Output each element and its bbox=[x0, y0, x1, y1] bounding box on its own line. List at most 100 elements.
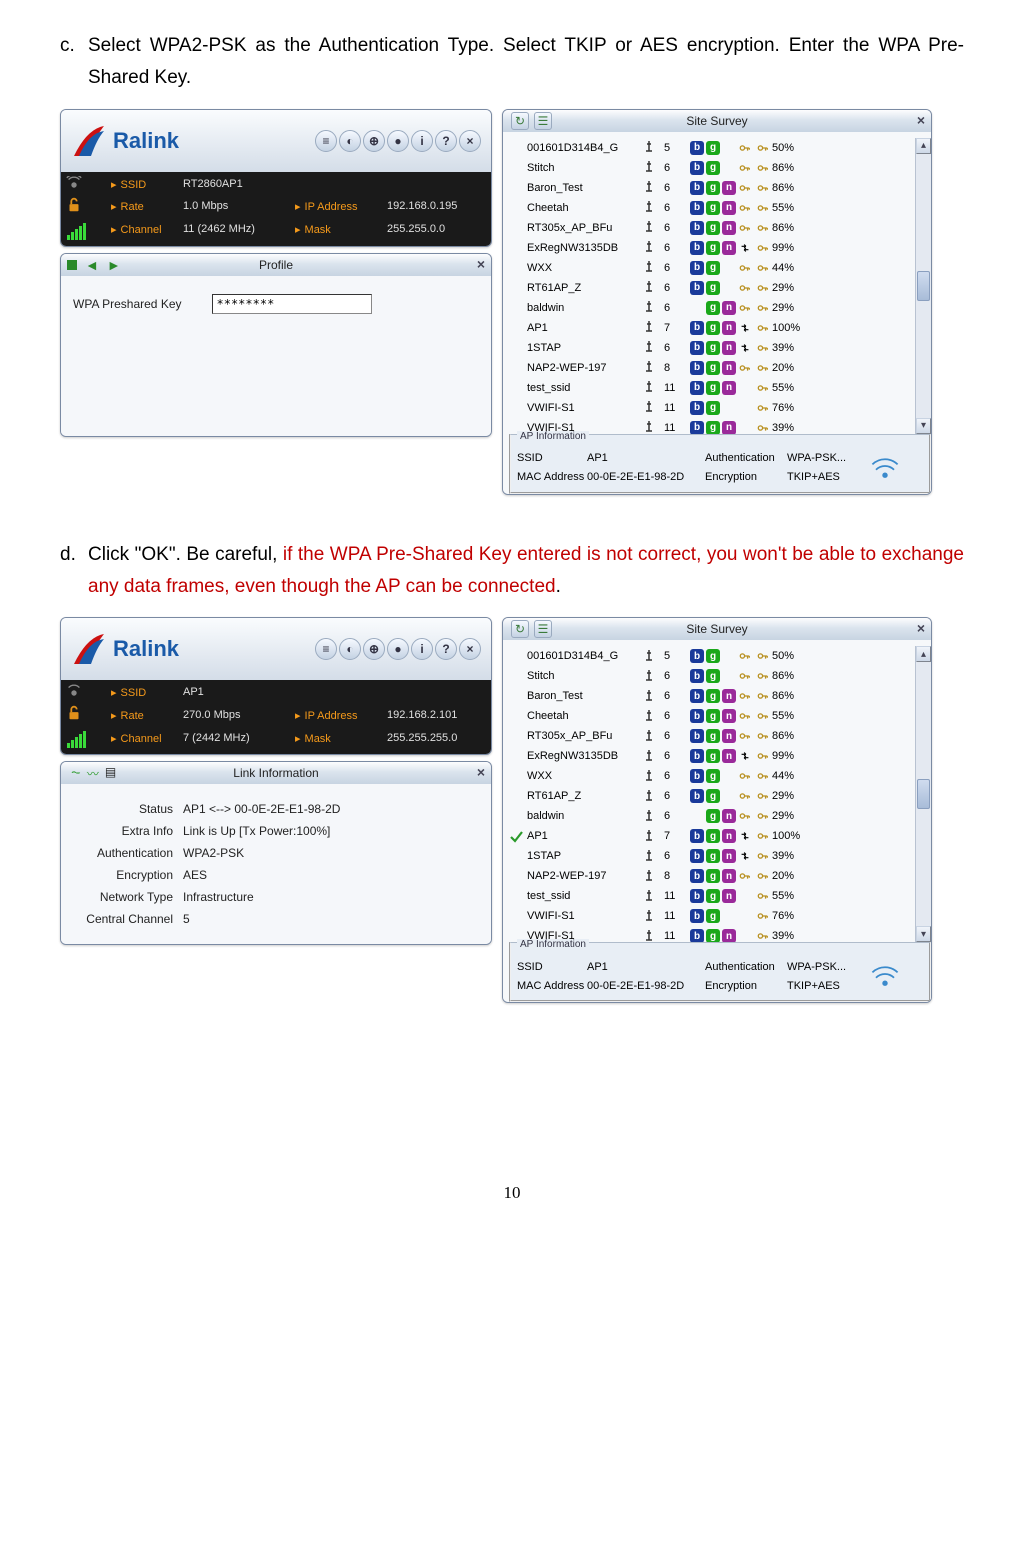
badge-g-icon: g bbox=[706, 829, 720, 843]
ap-channel: 6 bbox=[664, 162, 690, 174]
scroll-up-icon[interactable]: ▴ bbox=[916, 646, 931, 662]
badge-g-icon: g bbox=[706, 869, 720, 883]
antenna-icon bbox=[642, 648, 664, 665]
signal-bars-icon bbox=[67, 731, 86, 748]
key-small-icon bbox=[756, 261, 770, 275]
key-small-icon bbox=[756, 869, 770, 883]
scroll-thumb[interactable] bbox=[917, 271, 930, 301]
instruction-text: Select WPA2-PSK as the Authentication Ty… bbox=[88, 30, 964, 95]
survey-row[interactable]: WXX6bg44% bbox=[509, 766, 931, 786]
next-arrow-icon[interactable]: ► bbox=[107, 257, 121, 273]
badge-n-icon: n bbox=[722, 929, 736, 942]
ap-channel: 6 bbox=[664, 810, 690, 822]
badge-b-icon: b bbox=[690, 241, 704, 255]
survey-row[interactable]: RT61AP_Z6bg29% bbox=[509, 786, 931, 806]
scroll-thumb[interactable] bbox=[917, 779, 930, 809]
antenna-icon bbox=[642, 728, 664, 745]
badge-n-icon: n bbox=[722, 201, 736, 215]
survey-row[interactable]: test_ssid11bgn55% bbox=[509, 886, 931, 906]
survey-list-2[interactable]: 001601D314B4_G5bg50%Stitch6bg86%Baron_Te… bbox=[509, 646, 931, 942]
refresh-icon[interactable]: ↻ bbox=[511, 112, 529, 130]
ralink-toolbar: ≡ ◐ ⊕ ● i ? × bbox=[315, 638, 481, 660]
survey-row[interactable]: ExRegNW3135DB6bgn99% bbox=[509, 746, 931, 766]
key-small-icon bbox=[756, 181, 770, 195]
survey-row[interactable]: VWIFI-S111bg76% bbox=[509, 398, 931, 418]
channel-value: 11 (2462 MHz) bbox=[183, 223, 283, 240]
survey-row[interactable]: 1STAP6bgn39% bbox=[509, 846, 931, 866]
scroll-down-icon[interactable]: ▾ bbox=[916, 418, 931, 434]
close-icon[interactable]: × bbox=[477, 764, 485, 780]
ap-channel: 8 bbox=[664, 362, 690, 374]
survey-row[interactable]: baldwin6gn29% bbox=[509, 298, 931, 318]
ralink-header: Ralink ≡ ◐ ⊕ ● i ? × bbox=[61, 618, 491, 680]
list-icon[interactable]: ☰ bbox=[534, 620, 552, 638]
survey-row[interactable]: NAP2-WEP-1978bgn20% bbox=[509, 358, 931, 378]
toolbar-btn-help[interactable]: ? bbox=[435, 130, 457, 152]
survey-row[interactable]: AP17bgn100% bbox=[509, 318, 931, 338]
survey-row[interactable]: RT61AP_Z6bg29% bbox=[509, 278, 931, 298]
scroll-up-icon[interactable]: ▴ bbox=[916, 138, 931, 154]
signal-wave-icon[interactable]: ⏦ bbox=[71, 765, 81, 782]
prev-arrow-icon[interactable]: ◄ bbox=[85, 257, 99, 273]
ip-value: 192.168.0.195 bbox=[387, 200, 487, 217]
psk-input[interactable] bbox=[212, 294, 372, 314]
list-icon[interactable]: ☰ bbox=[534, 112, 552, 130]
survey-row[interactable]: ExRegNW3135DB6bgn99% bbox=[509, 238, 931, 258]
status-bar: SSID AP1 Rate 270.0 Mbps IP Address 192.… bbox=[61, 680, 491, 754]
close-icon[interactable]: × bbox=[917, 620, 925, 636]
survey-row[interactable]: 001601D314B4_G5bg50% bbox=[509, 138, 931, 158]
survey-row[interactable]: test_ssid11bgn55% bbox=[509, 378, 931, 398]
survey-list-1[interactable]: 001601D314B4_G5bg50%Stitch6bg86%Baron_Te… bbox=[509, 138, 931, 434]
scrollbar[interactable]: ▴ ▾ bbox=[915, 646, 931, 942]
close-icon[interactable]: × bbox=[917, 112, 925, 128]
badge-b-icon: b bbox=[690, 749, 704, 763]
survey-row[interactable]: Stitch6bg86% bbox=[509, 666, 931, 686]
key-small-icon bbox=[756, 161, 770, 175]
ap-name: 001601D314B4_G bbox=[527, 142, 642, 154]
survey-row[interactable]: Cheetah6bgn55% bbox=[509, 198, 931, 218]
toolbar-btn-2[interactable]: ◐ bbox=[339, 638, 361, 660]
ralink-swoosh-icon bbox=[69, 121, 109, 161]
ap-name: test_ssid bbox=[527, 890, 642, 902]
toolbar-btn-info[interactable]: i bbox=[411, 638, 433, 660]
survey-row[interactable]: NAP2-WEP-1978bgn20% bbox=[509, 866, 931, 886]
toolbar-btn-3[interactable]: ⊕ bbox=[363, 130, 385, 152]
badge-g-icon: g bbox=[706, 321, 720, 335]
survey-row[interactable]: VWIFI-S111bg76% bbox=[509, 906, 931, 926]
survey-row[interactable]: Baron_Test6bgn86% bbox=[509, 686, 931, 706]
survey-row[interactable]: AP17bgn100% bbox=[509, 826, 931, 846]
apinfo-enc-v: TKIP+AES bbox=[787, 471, 867, 483]
survey-row[interactable]: Cheetah6bgn55% bbox=[509, 706, 931, 726]
survey-row[interactable]: 001601D314B4_G5bg50% bbox=[509, 646, 931, 666]
key-small-icon bbox=[756, 749, 770, 763]
toolbar-btn-1[interactable]: ≡ bbox=[315, 638, 337, 660]
toolbar-btn-3[interactable]: ⊕ bbox=[363, 638, 385, 660]
stop-icon[interactable] bbox=[67, 260, 77, 270]
ap-channel: 5 bbox=[664, 650, 690, 662]
survey-row[interactable]: 1STAP6bgn39% bbox=[509, 338, 931, 358]
toolbar-btn-4[interactable]: ● bbox=[387, 130, 409, 152]
refresh-icon[interactable]: ↻ bbox=[511, 620, 529, 638]
toolbar-btn-close[interactable]: × bbox=[459, 638, 481, 660]
survey-row[interactable]: Stitch6bg86% bbox=[509, 158, 931, 178]
survey-row[interactable]: baldwin6gn29% bbox=[509, 806, 931, 826]
toolbar-btn-info[interactable]: i bbox=[411, 130, 433, 152]
close-icon[interactable]: × bbox=[477, 256, 485, 272]
toolbar-btn-close[interactable]: × bbox=[459, 130, 481, 152]
toolbar-btn-4[interactable]: ● bbox=[387, 638, 409, 660]
toolbar-btn-2[interactable]: ◐ bbox=[339, 130, 361, 152]
survey-row[interactable]: WXX6bg44% bbox=[509, 258, 931, 278]
graph-icon[interactable]: 〰 bbox=[87, 765, 99, 782]
doc-icon[interactable]: ▤ bbox=[105, 765, 116, 782]
toolbar-btn-help[interactable]: ? bbox=[435, 638, 457, 660]
badge-b-icon: b bbox=[690, 829, 704, 843]
survey-row[interactable]: RT305x_AP_BFu6bgn86% bbox=[509, 218, 931, 238]
survey-row[interactable]: Baron_Test6bgn86% bbox=[509, 178, 931, 198]
antenna-icon bbox=[642, 708, 664, 725]
ap-name: Cheetah bbox=[527, 202, 642, 214]
toolbar-btn-1[interactable]: ≡ bbox=[315, 130, 337, 152]
scrollbar[interactable]: ▴ ▾ bbox=[915, 138, 931, 434]
survey-row[interactable]: RT305x_AP_BFu6bgn86% bbox=[509, 726, 931, 746]
scroll-down-icon[interactable]: ▾ bbox=[916, 926, 931, 942]
key-icon bbox=[738, 181, 752, 195]
